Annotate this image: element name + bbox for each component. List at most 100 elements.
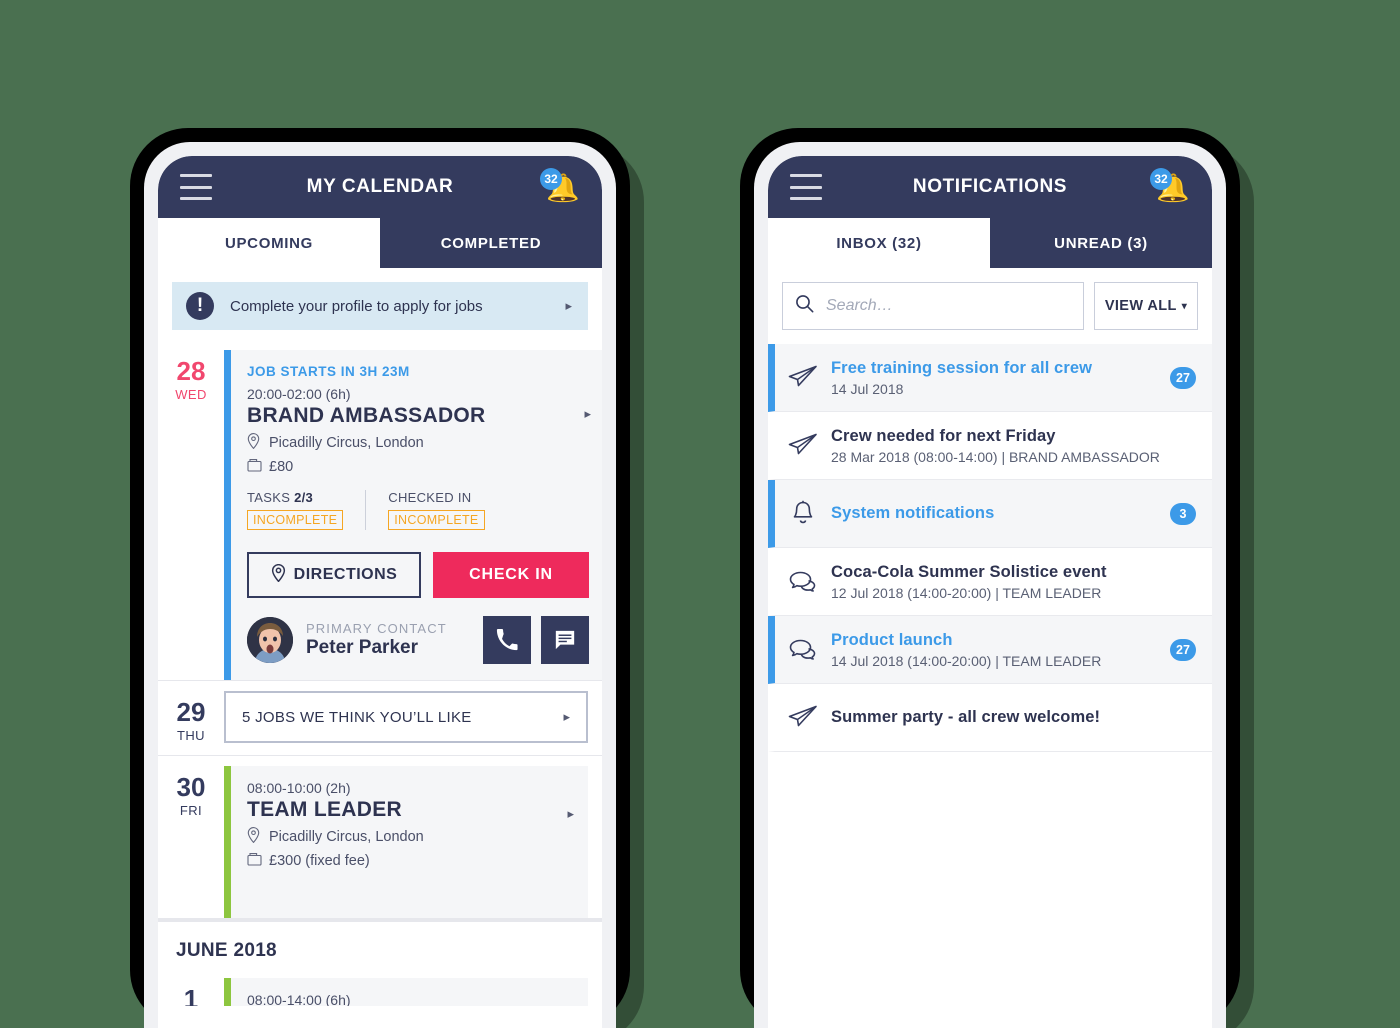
job-card-team-leader[interactable]: ▸ 08:00-10:00 (2h) TEAM LEADER Picadilly… <box>224 766 588 918</box>
status-badge: 27 <box>1170 638 1196 661</box>
wallet-icon <box>247 458 264 476</box>
tasks-status-block: TASKS 2/3 INCOMPLETE <box>247 490 365 530</box>
tasks-label: TASKS 2/3 <box>247 490 343 505</box>
job-location-row: Picadilly Circus, London <box>247 433 589 453</box>
job-action-buttons: DIRECTIONS CHECK IN <box>247 552 589 598</box>
notifications-screen: NOTIFICATIONS 32 🔔 INBOX (32) UNREAD (3) <box>768 156 1212 1028</box>
notification-title: System notifications <box>831 504 995 522</box>
notification-title: Product launch <box>831 630 953 649</box>
chat-bubbles-icon <box>775 569 831 595</box>
calendar-content: ! Complete your profile to apply for job… <box>158 268 602 1006</box>
directions-button[interactable]: DIRECTIONS <box>247 552 421 598</box>
directions-label: DIRECTIONS <box>293 566 398 583</box>
view-all-label: VIEW ALL <box>1104 298 1177 314</box>
notification-text: Summer party - all crew welcome! <box>831 708 1196 727</box>
day-number: 29 <box>176 697 206 727</box>
search-icon <box>795 294 814 318</box>
notification-row[interactable]: Crew needed for next Friday 28 Mar 2018 … <box>768 412 1212 480</box>
search-box[interactable] <box>782 282 1084 330</box>
checkin-label: CHECKED IN <box>388 490 472 505</box>
check-in-button[interactable]: CHECK IN <box>433 552 589 598</box>
job-pay: £300 (fixed fee) <box>269 853 370 869</box>
job-card-brand-ambassador[interactable]: ▸ JOB STARTS IN 3H 23M 20:00-02:00 (6h) … <box>224 350 602 680</box>
day-weekday: FRI <box>179 803 203 818</box>
notification-text: System notifications <box>831 504 1170 523</box>
job-pay-row: £80 <box>247 458 589 476</box>
job-time: 08:00-14:00 (6h) <box>247 992 351 1006</box>
suggested-jobs-button[interactable]: 5 JOBS WE THINK YOU’LL LIKE ▸ <box>224 691 588 743</box>
hamburger-icon[interactable] <box>180 174 212 200</box>
job-pay-row: £300 (fixed fee) <box>247 852 572 870</box>
location-pin-icon <box>247 827 264 847</box>
notification-text: Product launch 14 Jul 2018 (14:00-20:00)… <box>831 631 1170 669</box>
day-weekday: THU <box>177 728 205 743</box>
notification-row[interactable]: Coca-Cola Summer Solistice event 12 Jul … <box>768 548 1212 616</box>
job-countdown: JOB STARTS IN 3H 23M <box>247 364 410 379</box>
notification-title: Free training session for all crew <box>831 358 1093 377</box>
location-pin-icon <box>247 433 264 453</box>
avatar[interactable] <box>247 617 293 663</box>
search-input[interactable] <box>824 296 1071 316</box>
complete-profile-banner[interactable]: ! Complete your profile to apply for job… <box>172 282 588 330</box>
calendar-screen: MY CALENDAR 32 🔔 UPCOMING COMPLETED ! Co… <box>158 156 602 1028</box>
job-status-row: TASKS 2/3 INCOMPLETE CHECKED IN INCOMPLE… <box>247 490 589 530</box>
calendar-appbar: MY CALENDAR 32 🔔 <box>158 156 602 218</box>
tasks-status-badge: INCOMPLETE <box>247 510 344 530</box>
calendar-day-30: 30 FRI ▸ 08:00-10:00 (2h) TEAM LEADER Pi… <box>158 755 602 918</box>
notification-row[interactable]: Product launch 14 Jul 2018 (14:00-20:00)… <box>768 616 1212 684</box>
banner-label: Complete your profile to apply for jobs <box>230 297 483 315</box>
page-title: MY CALENDAR <box>306 176 454 197</box>
notification-row[interactable]: Summer party - all crew welcome! <box>768 684 1212 752</box>
hamburger-icon[interactable] <box>790 174 822 200</box>
calendar-tabs: UPCOMING COMPLETED <box>158 218 602 268</box>
calendar-day-29: 29 THU 5 JOBS WE THINK YOU’LL LIKE ▸ <box>158 680 602 755</box>
view-all-dropdown[interactable]: VIEW ALL ▾ <box>1094 282 1198 330</box>
phone-icon[interactable] <box>483 616 531 664</box>
paper-plane-icon <box>775 433 831 459</box>
notification-subtitle: 28 Mar 2018 (08:00-14:00) | BRAND AMBASS… <box>831 448 1160 465</box>
job-pay: £80 <box>269 459 294 475</box>
tasks-value: 2/3 <box>294 490 314 505</box>
day-number: 28 <box>176 356 206 386</box>
paper-plane-icon <box>775 705 831 731</box>
day-label-1: 1 SUN <box>158 978 224 1006</box>
month-title: JUNE 2018 <box>176 940 277 961</box>
notifications-bell-button[interactable]: 32 🔔 <box>1148 168 1190 208</box>
phone-bezel: NOTIFICATIONS 32 🔔 INBOX (32) UNREAD (3) <box>754 142 1226 1028</box>
tab-unread[interactable]: UNREAD (3) <box>990 218 1212 268</box>
notification-title: Coca-Cola Summer Solistice event <box>831 562 1107 581</box>
notifications-appbar: NOTIFICATIONS 32 🔔 <box>768 156 1212 218</box>
bell-badge: 32 <box>1150 168 1172 190</box>
chevron-right-icon: ▸ <box>584 406 591 421</box>
chevron-right-icon: ▸ <box>563 709 570 724</box>
chevron-right-icon: ▸ <box>565 298 572 313</box>
chevron-right-icon: ▸ <box>567 806 574 821</box>
bell-outline-icon <box>775 500 831 528</box>
phone-bezel: MY CALENDAR 32 🔔 UPCOMING COMPLETED ! Co… <box>144 142 616 1028</box>
chevron-down-icon: ▾ <box>1181 300 1188 312</box>
job-time: 20:00-02:00 (6h) <box>247 386 351 402</box>
tab-upcoming[interactable]: UPCOMING <box>158 218 380 268</box>
notifications-bell-button[interactable]: 32 🔔 <box>538 168 580 208</box>
job-role-title: BRAND AMBASSADOR <box>247 404 486 427</box>
paper-plane-icon <box>775 365 831 391</box>
checkin-status-badge: INCOMPLETE <box>388 510 485 530</box>
phone-device-notifications: NOTIFICATIONS 32 🔔 INBOX (32) UNREAD (3) <box>740 128 1240 1028</box>
day-label-30: 30 FRI <box>158 766 224 918</box>
notification-subtitle: 14 Jul 2018 <box>831 380 904 397</box>
notification-title: Summer party - all crew welcome! <box>831 708 1101 726</box>
tab-completed[interactable]: COMPLETED <box>380 218 602 268</box>
notifications-tabs: INBOX (32) UNREAD (3) <box>768 218 1212 268</box>
contact-text-block: PRIMARY CONTACT Peter Parker <box>306 621 473 659</box>
job-time: 08:00-10:00 (2h) <box>247 780 351 796</box>
job-card-team-leader-june[interactable]: ▸ 08:00-14:00 (6h) TEAM LEADER <box>224 978 588 1006</box>
notification-row[interactable]: Free training session for all crew 14 Ju… <box>768 344 1212 412</box>
month-divider: JUNE 2018 <box>158 918 602 968</box>
day-weekday: WED <box>175 387 207 402</box>
search-toolbar: VIEW ALL ▾ <box>768 268 1212 344</box>
day-number: 30 <box>176 772 206 802</box>
tab-inbox[interactable]: INBOX (32) <box>768 218 990 268</box>
notification-row[interactable]: System notifications 3 <box>768 480 1212 548</box>
message-icon[interactable] <box>541 616 589 664</box>
day-label-28: 28 WED <box>158 350 224 680</box>
